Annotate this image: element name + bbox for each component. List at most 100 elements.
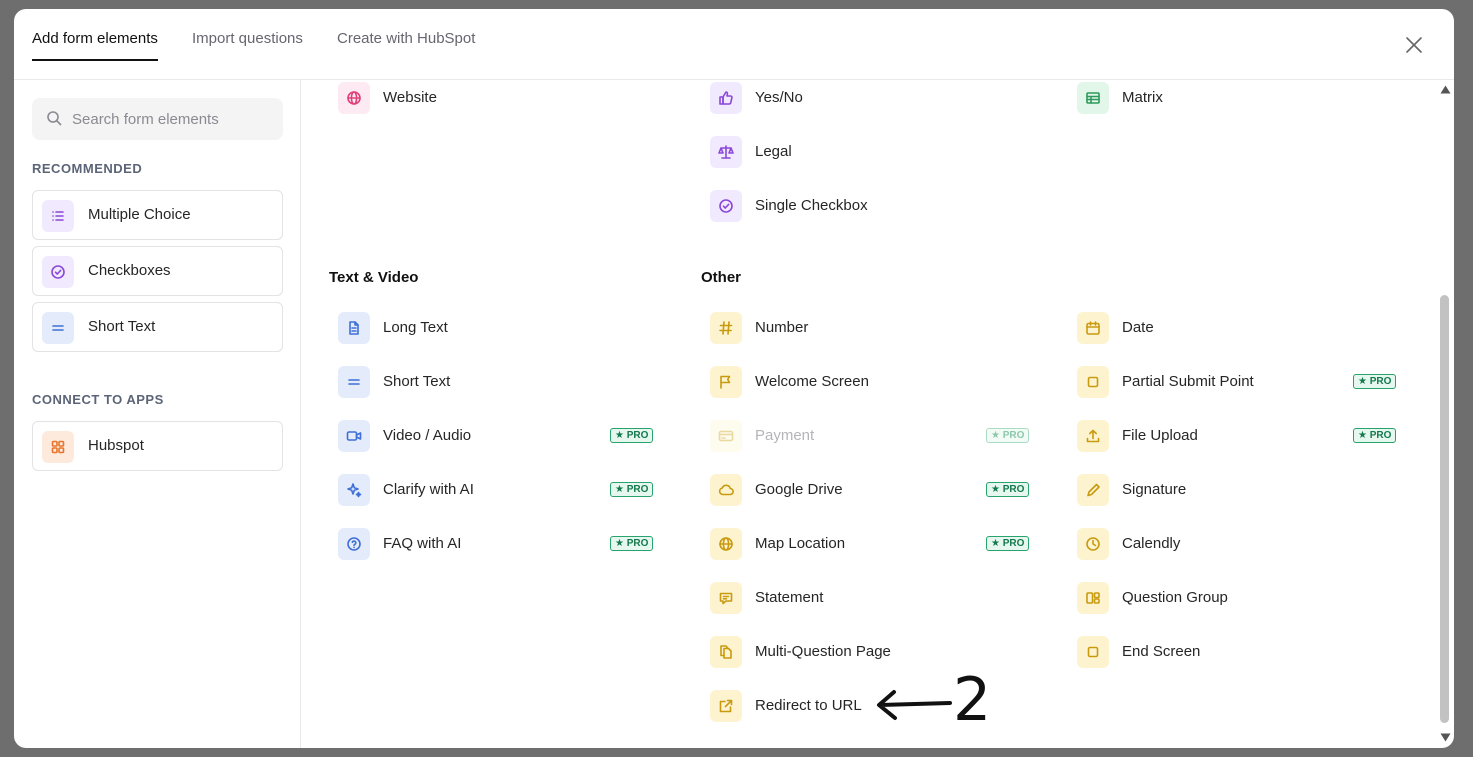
- element-end-screen[interactable]: End Screen: [1077, 636, 1413, 668]
- element-yes-no[interactable]: Yes/No: [710, 82, 1030, 114]
- tab-import-questions[interactable]: Import questions: [192, 29, 303, 61]
- check-circle-icon: [42, 256, 74, 288]
- thumbs-up-icon: [710, 82, 742, 114]
- close-icon[interactable]: [1404, 35, 1424, 55]
- element-file-upload[interactable]: File Upload ★ PRO: [1077, 420, 1413, 452]
- list-icon: [42, 200, 74, 232]
- element-legal[interactable]: Legal: [710, 136, 1030, 168]
- element-calendly[interactable]: Calendly: [1077, 528, 1413, 560]
- group-icon: [1077, 582, 1109, 614]
- scroll-up-arrow-icon[interactable]: [1440, 85, 1451, 94]
- square-icon: [1077, 636, 1109, 668]
- element-video-audio[interactable]: Video / Audio ★ PRO: [338, 420, 658, 452]
- annotation-number: 2: [953, 665, 992, 735]
- element-label: Matrix: [1122, 89, 1163, 106]
- pro-badge: ★ PRO: [986, 428, 1030, 443]
- equals-icon: [338, 366, 370, 398]
- clock-icon: [1077, 528, 1109, 560]
- element-map-location[interactable]: Map Location ★ PRO: [710, 528, 1030, 560]
- element-label: Calendly: [1122, 535, 1181, 552]
- element-label: Question Group: [1122, 589, 1228, 606]
- element-label: FAQ with AI: [383, 535, 462, 552]
- element-label: End Screen: [1122, 643, 1201, 660]
- question-icon: [338, 528, 370, 560]
- pro-badge: ★ PRO: [1353, 374, 1397, 389]
- globe-icon: [338, 82, 370, 114]
- pro-badge: ★ PRO: [986, 482, 1030, 497]
- element-short-text[interactable]: Short Text: [338, 366, 658, 398]
- element-multi-question-page[interactable]: Multi-Question Page: [710, 636, 1030, 668]
- element-payment[interactable]: Payment ★ PRO: [710, 420, 1030, 452]
- tab-create-with-hubspot[interactable]: Create with HubSpot: [337, 29, 475, 61]
- square-icon: [1077, 366, 1109, 398]
- element-welcome-screen[interactable]: Welcome Screen: [710, 366, 1030, 398]
- pro-badge: ★ PRO: [610, 536, 654, 551]
- tab-add-form-elements[interactable]: Add form elements: [32, 29, 158, 61]
- sidebar-item-label: Hubspot: [88, 437, 144, 454]
- sidebar-item-multiple-choice[interactable]: Multiple Choice: [32, 190, 283, 240]
- sparkle-icon: [338, 474, 370, 506]
- hash-icon: [710, 312, 742, 344]
- scrollbar-thumb[interactable]: [1440, 295, 1449, 723]
- search-icon: [47, 111, 62, 126]
- sidebar-item-label: Short Text: [88, 318, 156, 335]
- element-faq-with-ai[interactable]: FAQ with AI ★ PRO: [338, 528, 658, 560]
- sidebar-item-label: Checkboxes: [88, 262, 171, 279]
- element-label: Redirect to URL: [755, 697, 862, 714]
- sidebar-item-short-text[interactable]: Short Text: [32, 302, 283, 352]
- element-redirect-to-url[interactable]: Redirect to URL: [710, 690, 900, 722]
- element-partial-submit-point[interactable]: Partial Submit Point ★ PRO: [1077, 366, 1413, 398]
- element-label: Date: [1122, 319, 1154, 336]
- scroll-down-arrow-icon[interactable]: [1440, 733, 1451, 742]
- cloud-icon: [710, 474, 742, 506]
- element-statement[interactable]: Statement: [710, 582, 1030, 614]
- sidebar-item-hubspot[interactable]: Hubspot: [32, 421, 283, 471]
- element-label: Short Text: [383, 373, 451, 390]
- element-date[interactable]: Date: [1077, 312, 1413, 344]
- pro-badge: ★ PRO: [986, 536, 1030, 551]
- sidebar-item-label: Multiple Choice: [88, 206, 191, 223]
- sidebar: RECOMMENDED Multiple Choice Checkboxes S…: [14, 80, 301, 748]
- element-label: Number: [755, 319, 809, 336]
- element-label: Video / Audio: [383, 427, 472, 444]
- element-label: Clarify with AI: [383, 481, 474, 498]
- section-heading-text-video: Text & Video: [329, 269, 419, 286]
- element-label: Single Checkbox: [755, 197, 868, 214]
- calendar-icon: [1077, 312, 1109, 344]
- element-label: File Upload: [1122, 427, 1198, 444]
- element-clarify-with-ai[interactable]: Clarify with AI ★ PRO: [338, 474, 658, 506]
- upload-icon: [1077, 420, 1109, 452]
- document-icon: [338, 312, 370, 344]
- element-google-drive[interactable]: Google Drive ★ PRO: [710, 474, 1030, 506]
- chat-icon: [710, 582, 742, 614]
- element-label: Website: [383, 89, 437, 106]
- pages-icon: [710, 636, 742, 668]
- grid-icon: [42, 431, 74, 463]
- element-signature[interactable]: Signature: [1077, 474, 1413, 506]
- element-website[interactable]: Website: [338, 82, 658, 114]
- element-label: Long Text: [383, 319, 448, 336]
- recommended-label: RECOMMENDED: [32, 161, 143, 176]
- elements-panel: Website Yes/No Legal Single Checkbox Mat…: [302, 80, 1436, 748]
- scale-icon: [710, 136, 742, 168]
- element-label: Yes/No: [755, 89, 803, 106]
- element-long-text[interactable]: Long Text: [338, 312, 658, 344]
- search-input[interactable]: [72, 98, 272, 140]
- pro-badge: ★ PRO: [610, 428, 654, 443]
- element-single-checkbox[interactable]: Single Checkbox: [710, 190, 1030, 222]
- pen-icon: [1077, 474, 1109, 506]
- element-number[interactable]: Number: [710, 312, 1030, 344]
- search-box[interactable]: [32, 98, 283, 140]
- element-matrix[interactable]: Matrix: [1077, 82, 1397, 114]
- scrollbar[interactable]: [1436, 80, 1454, 748]
- flag-icon: [710, 366, 742, 398]
- table-icon: [1077, 82, 1109, 114]
- sidebar-item-checkboxes[interactable]: Checkboxes: [32, 246, 283, 296]
- element-label: Google Drive: [755, 481, 843, 498]
- element-question-group[interactable]: Question Group: [1077, 582, 1413, 614]
- card-icon: [710, 420, 742, 452]
- element-label: Legal: [755, 143, 792, 160]
- section-heading-other: Other: [701, 269, 742, 286]
- element-label: Payment: [755, 427, 815, 444]
- globe-icon: [710, 528, 742, 560]
